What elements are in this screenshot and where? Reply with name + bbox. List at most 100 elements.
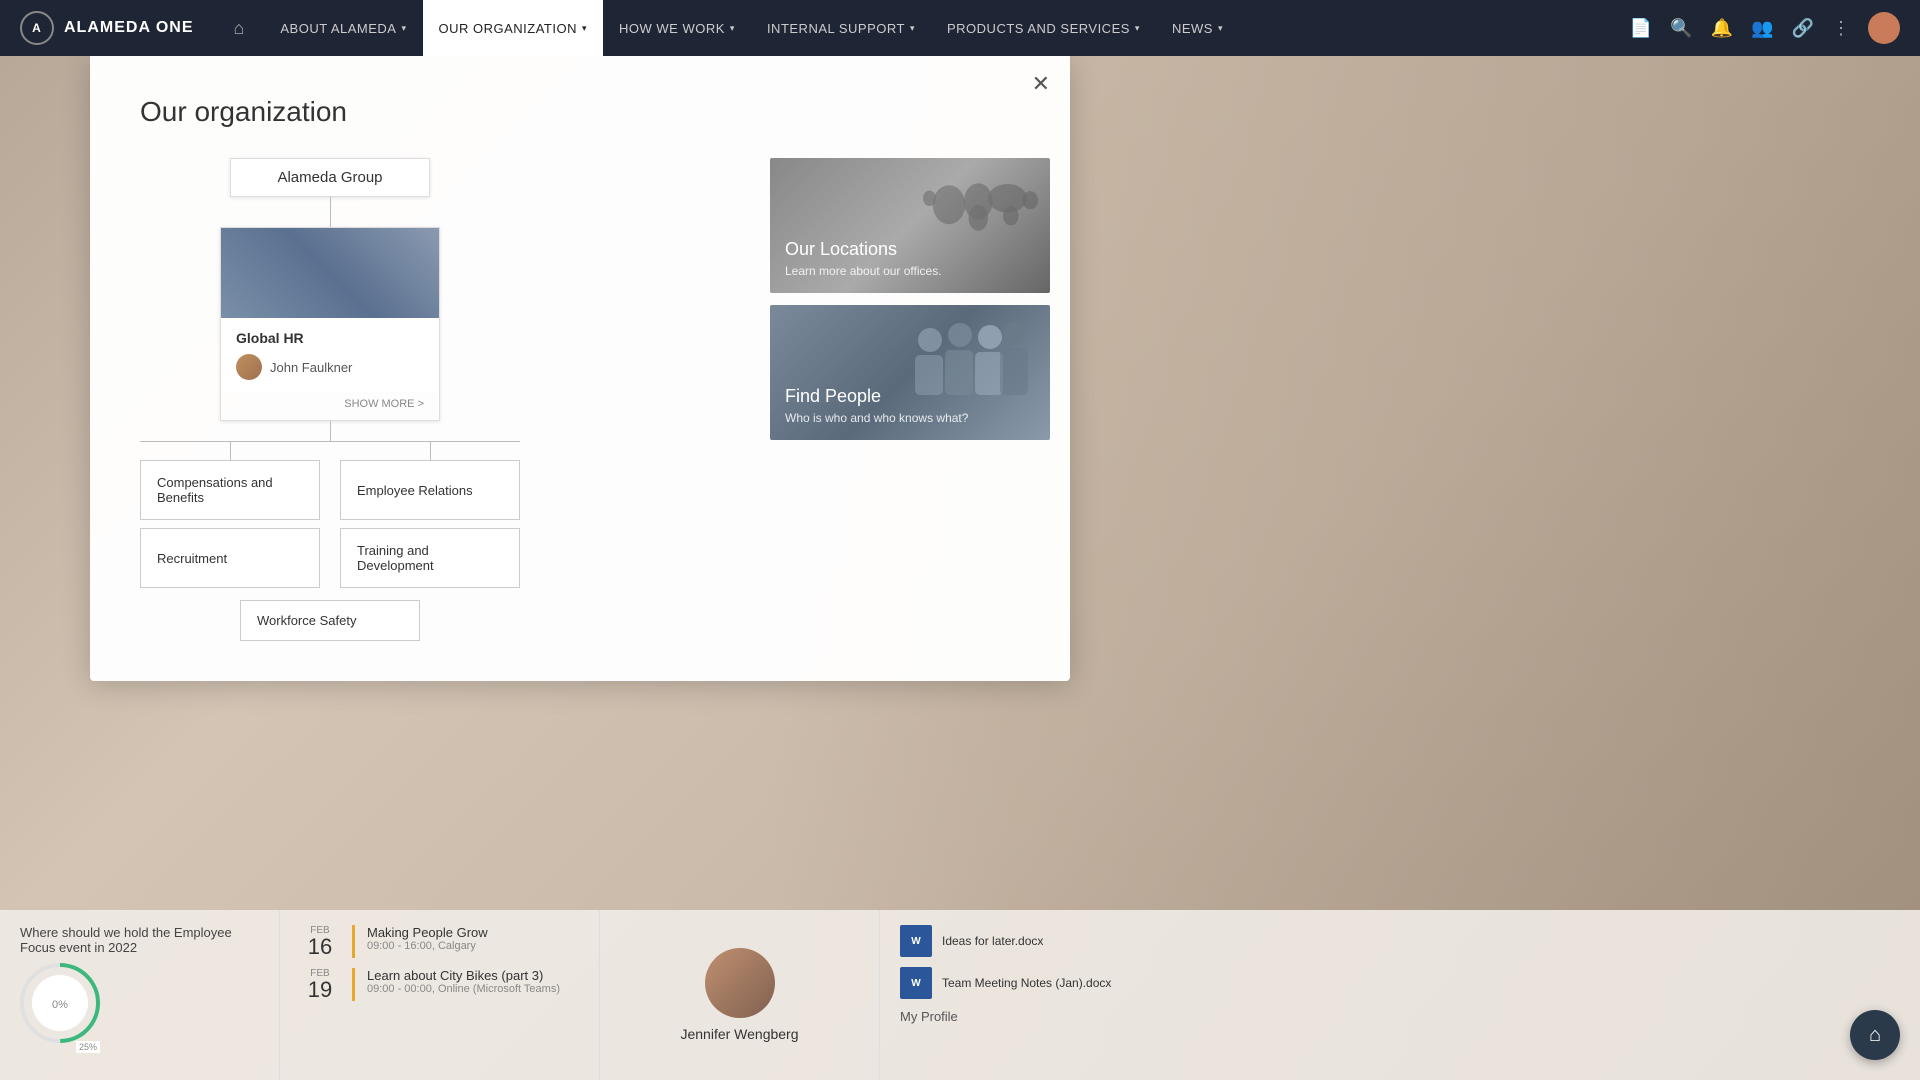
page-background: ✕ Our organization Alameda Group Global <box>0 56 1920 1080</box>
link-icon[interactable]: 🔗 <box>1792 18 1814 39</box>
event-date-2: FEB 19 <box>300 968 340 1001</box>
events-column: FEB 16 Making People Grow 09:00 - 16:00,… <box>280 910 600 1080</box>
event-time-1: 09:00 - 16:00, Calgary <box>367 940 579 952</box>
doc-icon-2: W <box>900 967 932 999</box>
tree-line-down <box>330 421 331 441</box>
nav-internal-support[interactable]: INTERNAL SUPPORT ▾ <box>751 0 931 56</box>
sub-node-employee-relations[interactable]: Employee Relations <box>340 460 520 520</box>
tree-h-line <box>140 441 520 442</box>
caret-icon: ▾ <box>1218 23 1223 34</box>
event-day-1: 16 <box>300 936 340 958</box>
tree-child-workforce: Workforce Safety <box>240 600 420 641</box>
org-card-body: Global HR John Faulkner <box>221 318 439 392</box>
sub-node-training[interactable]: Training and Development <box>340 528 520 588</box>
doc-item-1[interactable]: W Ideas for later.docx <box>900 925 1900 957</box>
tree-v-line <box>230 442 231 460</box>
event-name-1: Making People Grow <box>367 925 579 940</box>
event-day-2: 19 <box>300 979 340 1001</box>
find-people-card-title: Find People <box>785 386 968 407</box>
tree-v-line <box>430 442 431 460</box>
nav-our-organization[interactable]: OUR ORGANIZATION ▾ <box>423 0 604 56</box>
doc-item-2[interactable]: W Team Meeting Notes (Jan).docx <box>900 967 1900 999</box>
doc-name-2: Team Meeting Notes (Jan).docx <box>942 976 1111 990</box>
home-fab-button[interactable]: ⌂ <box>1850 1010 1900 1060</box>
bottom-area: Where should we hold the Employee Focus … <box>0 910 1920 1080</box>
locations-card-subtitle: Learn more about our offices. <box>785 264 942 278</box>
app-name: ALAMEDA ONE <box>64 19 194 37</box>
person-column: Jennifer Wengberg <box>600 910 880 1080</box>
notification-icon[interactable]: 🔔 <box>1711 18 1733 39</box>
nav-how-we-work[interactable]: HOW WE WORK ▾ <box>603 0 751 56</box>
tree-child-emp: Employee Relations <box>340 442 520 520</box>
locations-card[interactable]: Our Locations Learn more about our offic… <box>770 158 1050 293</box>
event-item-2: FEB 19 Learn about City Bikes (part 3) 0… <box>300 968 579 1001</box>
nav-news[interactable]: NEWS ▾ <box>1156 0 1239 56</box>
caret-icon: ▾ <box>1135 23 1140 34</box>
org-card-title: Global HR <box>236 330 424 346</box>
find-people-card-subtitle: Who is who and who knows what? <box>785 411 968 425</box>
show-more-link[interactable]: SHOW MORE > <box>221 392 439 420</box>
people-icon[interactable]: 👥 <box>1751 18 1773 39</box>
dropdown-title: Our organization <box>140 96 1020 128</box>
event-item-1: FEB 16 Making People Grow 09:00 - 16:00,… <box>300 925 579 958</box>
doc-icon-1: W <box>900 925 932 957</box>
tree-children-row2: Recruitment Training and Development <box>140 528 520 588</box>
event-name-2: Learn about City Bikes (part 3) <box>367 968 579 983</box>
org-top-node[interactable]: Alameda Group <box>230 158 430 197</box>
nav-products-services[interactable]: PRODUCTS AND SERVICES ▾ <box>931 0 1156 56</box>
dropdown-content: Alameda Group Global HR John Faulkner <box>140 158 1020 641</box>
my-profile-link[interactable]: My Profile <box>900 1009 1900 1024</box>
sub-node-recruitment[interactable]: Recruitment <box>140 528 320 588</box>
event-time-2: 09:00 - 00:00, Online (Microsoft Teams) <box>367 983 579 995</box>
org-connector-v <box>330 197 331 227</box>
user-avatar[interactable] <box>1868 12 1900 44</box>
nav-items: ⌂ ABOUT ALAMEDA ▾ OUR ORGANIZATION ▾ HOW… <box>224 0 1630 56</box>
locations-card-content: Our Locations Learn more about our offic… <box>785 239 942 278</box>
org-card-person: John Faulkner <box>236 354 424 380</box>
sub-node-workforce-safety[interactable]: Workforce Safety <box>240 600 420 641</box>
person-avatar-small <box>236 354 262 380</box>
locations-card-title: Our Locations <box>785 239 942 260</box>
tree-child-rec: Recruitment <box>140 528 320 588</box>
event-date-1: FEB 16 <box>300 925 340 958</box>
organization-dropdown: ✕ Our organization Alameda Group Global <box>90 56 1070 681</box>
doc-name-1: Ideas for later.docx <box>942 934 1043 948</box>
logo-circle: A <box>20 11 54 45</box>
poll-title: Where should we hold the Employee Focus … <box>20 925 259 955</box>
org-chart: Alameda Group Global HR John Faulkner <box>140 158 520 641</box>
caret-icon: ▾ <box>910 23 915 34</box>
search-icon[interactable]: 🔍 <box>1670 18 1692 39</box>
find-people-card-content: Find People Who is who and who knows wha… <box>785 386 968 425</box>
find-people-card[interactable]: Find People Who is who and who knows wha… <box>770 305 1050 440</box>
event-details-1: Making People Grow 09:00 - 16:00, Calgar… <box>367 925 579 952</box>
caret-icon: ▾ <box>730 23 735 34</box>
app-logo[interactable]: A ALAMEDA ONE <box>20 11 194 45</box>
tree-child-training: Training and Development <box>340 528 520 588</box>
person-name: John Faulkner <box>270 360 352 375</box>
sub-node-compensations[interactable]: Compensations and Benefits <box>140 460 320 520</box>
person-name: Jennifer Wengberg <box>680 1026 798 1042</box>
close-button[interactable]: ✕ <box>1032 71 1050 97</box>
world-map-icon <box>910 168 1040 248</box>
svg-text:0%: 0% <box>52 999 68 1011</box>
home-nav-icon[interactable]: ⌂ <box>224 18 255 39</box>
poll-column: Where should we hold the Employee Focus … <box>0 910 280 1080</box>
nav-about-alameda[interactable]: ABOUT ALAMEDA ▾ <box>264 0 422 56</box>
top-navigation: A ALAMEDA ONE ⌂ ABOUT ALAMEDA ▾ OUR ORGA… <box>0 0 1920 56</box>
document-icon[interactable]: 📄 <box>1630 18 1652 39</box>
org-card-photo <box>221 228 439 318</box>
documents-column: W Ideas for later.docx W Team Meeting No… <box>880 910 1920 1080</box>
right-info-cards: Our Locations Learn more about our offic… <box>770 158 1050 641</box>
event-bar-1 <box>352 925 355 958</box>
org-card-image <box>221 228 439 318</box>
tree-children-row1: Compensations and Benefits Employee Rela… <box>140 442 520 520</box>
poll-chart: 0% <box>20 963 100 1043</box>
person-photo <box>705 948 775 1018</box>
more-icon[interactable]: ⋮ <box>1832 18 1850 39</box>
nav-right-icons: 📄 🔍 🔔 👥 🔗 ⋮ <box>1630 12 1900 44</box>
caret-icon: ▾ <box>401 23 406 34</box>
event-bar-2 <box>352 968 355 1001</box>
org-card-global-hr[interactable]: Global HR John Faulkner SHOW MORE > <box>220 227 440 421</box>
caret-icon: ▾ <box>582 23 587 34</box>
event-details-2: Learn about City Bikes (part 3) 09:00 - … <box>367 968 579 995</box>
